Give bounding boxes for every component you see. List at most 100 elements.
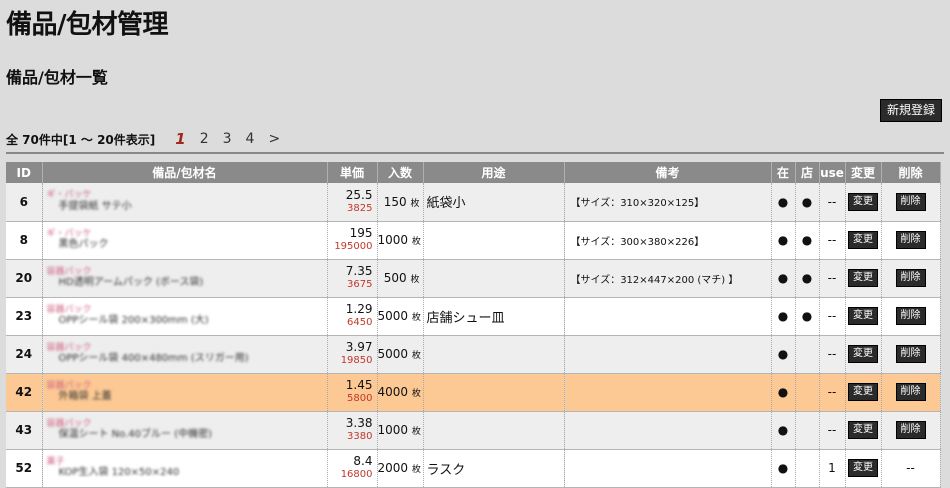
cell-qty: 1000 枚: [377, 221, 424, 260]
cell-id: 20: [6, 259, 43, 298]
cell-use: 店舗シュー皿: [423, 297, 565, 336]
total-price: 3675: [347, 279, 373, 291]
qty-value: 5000: [377, 309, 409, 323]
edit-button[interactable]: 変更: [848, 307, 878, 325]
page-link-4[interactable]: 4: [246, 131, 255, 147]
cell-id: 52: [6, 449, 43, 488]
section-title: 備品/包材一覧: [6, 68, 108, 87]
pagination: 1 2 3 4 >: [175, 130, 280, 148]
qty-unit: 枚: [410, 198, 420, 209]
col-header-store[interactable]: 店: [795, 162, 820, 183]
cell-price: 195 195000: [327, 221, 378, 260]
col-header-name[interactable]: 備品/包材名: [42, 162, 328, 183]
cell-store: ●: [795, 183, 820, 222]
cell-use-count: --: [819, 411, 846, 450]
item-name: KOP生入袋 120×50×240: [58, 467, 180, 479]
cell-stock: ●: [771, 411, 796, 450]
item-category: 容器パック: [46, 266, 92, 277]
edit-button[interactable]: 変更: [848, 192, 878, 211]
edit-button[interactable]: 変更: [848, 345, 878, 363]
qty-unit: 枚: [411, 427, 421, 437]
edit-button[interactable]: 変更: [848, 383, 878, 401]
total-price: 3380: [347, 431, 373, 443]
cell-price: 7.35 3675: [327, 259, 378, 298]
delete-button[interactable]: 削除: [895, 231, 926, 249]
cell-edit: 変更: [845, 259, 882, 298]
delete-button[interactable]: 削除: [895, 192, 926, 211]
cell-use: [423, 259, 565, 298]
table-body: 6 ギ・パッケ 手提袋紙 サテ小 25.5 3825 150 枚紙袋小 【サイズ：310×3…: [6, 183, 941, 488]
cell-delete: 削除: [881, 221, 941, 260]
item-name: OPPシール袋 400×480mm (スリガー用): [58, 353, 249, 365]
page-next-link[interactable]: >: [268, 131, 280, 147]
col-header-qty[interactable]: 入数: [377, 162, 424, 183]
col-header-note[interactable]: 備考: [564, 162, 772, 183]
cell-delete: 削除: [881, 297, 941, 336]
item-name: 手提袋紙 サテ小: [58, 201, 132, 213]
new-register-button[interactable]: 新規登録: [879, 99, 942, 122]
list-summary-bar: 全 70件中[1 ～ 20件表示] 1 2 3 4 >: [6, 130, 280, 148]
table-row: 42 容器パック 外箱袋 上蓋 1.45 5800 4000 枚 ● -- 変更 削除: [6, 373, 941, 412]
cell-id: 42: [6, 373, 43, 412]
cell-edit: 変更: [845, 183, 882, 222]
qty-value: 1000: [377, 423, 409, 437]
cell-use-count: --: [819, 183, 846, 222]
col-header-use-count[interactable]: use: [819, 162, 846, 183]
table-row: 6 ギ・パッケ 手提袋紙 サテ小 25.5 3825 150 枚紙袋小 【サイズ：310×3…: [6, 183, 941, 222]
cell-note: [564, 411, 772, 450]
cell-delete: --: [881, 449, 941, 488]
cell-delete: 削除: [881, 259, 941, 298]
cell-price: 3.97 19850: [327, 335, 378, 374]
total-price: 3825: [347, 202, 373, 214]
delete-button[interactable]: 削除: [895, 269, 926, 287]
qty-value: 4000: [377, 385, 409, 399]
cell-use-count: --: [819, 335, 846, 374]
cell-use: [423, 221, 565, 260]
col-header-id[interactable]: ID: [6, 162, 43, 183]
qty-value: 1000: [377, 233, 409, 247]
cell-use-count: --: [819, 221, 846, 260]
page-link-2[interactable]: 2: [200, 131, 209, 147]
edit-button[interactable]: 変更: [848, 269, 878, 287]
table-row: 24 容器パック OPPシール袋 400×480mm (スリガー用) 3.97 1985…: [6, 335, 941, 374]
cell-delete: 削除: [881, 411, 941, 450]
edit-button[interactable]: 変更: [848, 459, 878, 477]
delete-button[interactable]: 削除: [895, 345, 926, 363]
cell-qty: 5000 枚: [377, 335, 424, 374]
cell-note: [564, 449, 772, 488]
edit-button[interactable]: 変更: [848, 231, 878, 249]
total-price: 195000: [334, 241, 373, 253]
cell-id: 43: [6, 411, 43, 450]
col-header-use[interactable]: 用途: [423, 162, 565, 183]
table-row: 20 容器パック HD透明アームパック (ボース袋) 7.35 3675 500 枚【サイ…: [6, 259, 941, 298]
page-link-3[interactable]: 3: [223, 131, 232, 147]
col-header-edit: 変更: [845, 162, 882, 183]
delete-button[interactable]: 削除: [895, 383, 926, 401]
cell-note: [564, 335, 772, 374]
table-row: 52 菓子 KOP生入袋 120×50×240 8.4 16800 2000 枚ラスク ● 1…: [6, 449, 941, 488]
cell-use: 紙袋小: [423, 183, 565, 222]
delete-button[interactable]: 削除: [895, 421, 926, 439]
qty-value: 5000: [377, 347, 409, 361]
delete-button[interactable]: 削除: [895, 307, 926, 325]
item-name: HD透明アームパック (ボース袋): [58, 277, 204, 289]
cell-name: 容器パック 保温シート No.40ブルー (中機密): [42, 411, 328, 450]
edit-button[interactable]: 変更: [848, 421, 878, 439]
page-title: 備品/包材管理: [6, 10, 169, 40]
cell-name: 容器パック OPPシール袋 200×300mm (大): [42, 297, 328, 336]
cell-id: 6: [6, 183, 43, 222]
col-header-price[interactable]: 単価: [327, 162, 378, 183]
cell-edit: 変更: [845, 221, 882, 260]
cell-edit: 変更: [845, 449, 882, 488]
total-price: 16800: [340, 469, 373, 481]
cell-name: ギ・パッケ 黒色パック: [42, 221, 328, 260]
col-header-stock[interactable]: 在: [771, 162, 796, 183]
cell-name: 容器パック OPPシール袋 400×480mm (スリガー用): [42, 335, 328, 374]
cell-qty: 150 枚: [377, 183, 424, 222]
cell-note: [564, 297, 772, 336]
cell-store: [795, 335, 820, 374]
unit-price: 25.5: [345, 188, 373, 203]
divider: [6, 152, 944, 154]
cell-store: [795, 411, 820, 450]
page-current: 1: [175, 130, 186, 148]
